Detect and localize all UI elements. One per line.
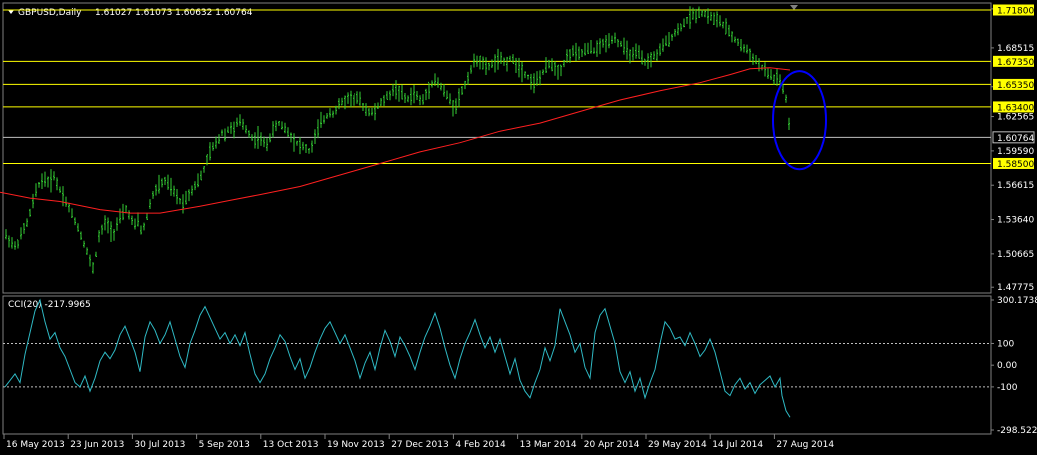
current-price-label: 1.60764 [997, 134, 1034, 144]
cci-axis: 300.1738 100 0.00 -100 -298.5228 [991, 296, 1037, 436]
cci-tick-label: -298.5228 [997, 426, 1037, 436]
price-tick-label: 1.62565 [997, 113, 1034, 123]
price-tick-label: 1.47775 [997, 283, 1034, 293]
price-tick-label: 1.50665 [997, 250, 1034, 260]
level-label: 1.65350 [997, 81, 1034, 91]
time-tick-label: 19 Nov 2013 [327, 440, 385, 450]
cci-tick-label: 0.00 [997, 361, 1017, 371]
time-tick-label: 16 May 2013 [6, 440, 65, 450]
time-axis: 16 May 2013 23 Jun 2013 30 Jul 2013 5 Sep 2… [3, 434, 834, 450]
time-tick-label: 23 Jun 2013 [70, 440, 124, 450]
cci-tick-label: 300.1738 [997, 296, 1037, 306]
time-tick-label: 20 Apr 2014 [584, 440, 640, 450]
price-tick-label: 1.56615 [997, 181, 1034, 191]
level-label: 1.71800 [997, 7, 1034, 17]
time-tick-label: 13 Oct 2013 [263, 440, 319, 450]
price-tick-label: 1.53640 [997, 216, 1034, 226]
price-tick-label: 1.59590 [997, 147, 1034, 157]
time-tick-label: 27 Dec 2013 [391, 440, 449, 450]
time-tick-label: 5 Sep 2013 [199, 440, 250, 450]
time-tick-label: 27 Aug 2014 [776, 440, 834, 450]
time-tick-label: 30 Jul 2013 [134, 440, 185, 450]
cci-tick-label: -100 [997, 383, 1018, 393]
time-tick-label: 14 Jul 2014 [712, 440, 763, 450]
level-label: 1.67350 [997, 58, 1034, 68]
chart-root: GBPUSD,Daily 1.61027 1.61073 1.60632 1.6… [0, 2, 1037, 450]
time-tick-label: 13 Mar 2014 [520, 440, 577, 450]
time-tick-label: 29 May 2014 [648, 440, 707, 450]
time-tick-label: 4 Feb 2014 [455, 440, 506, 450]
cci-label: CCI(20) -217.9965 [8, 300, 91, 310]
price-panel-frame [2, 2, 992, 294]
level-label: 1.58500 [997, 160, 1034, 170]
level-label: 1.63400 [997, 103, 1034, 113]
cci-tick-label: 100 [997, 339, 1014, 349]
price-axis: 1.718951.685151.651501.625651.595901.566… [991, 4, 1035, 293]
price-tick-label: 1.68515 [997, 44, 1034, 54]
cci-panel-frame [2, 295, 992, 435]
